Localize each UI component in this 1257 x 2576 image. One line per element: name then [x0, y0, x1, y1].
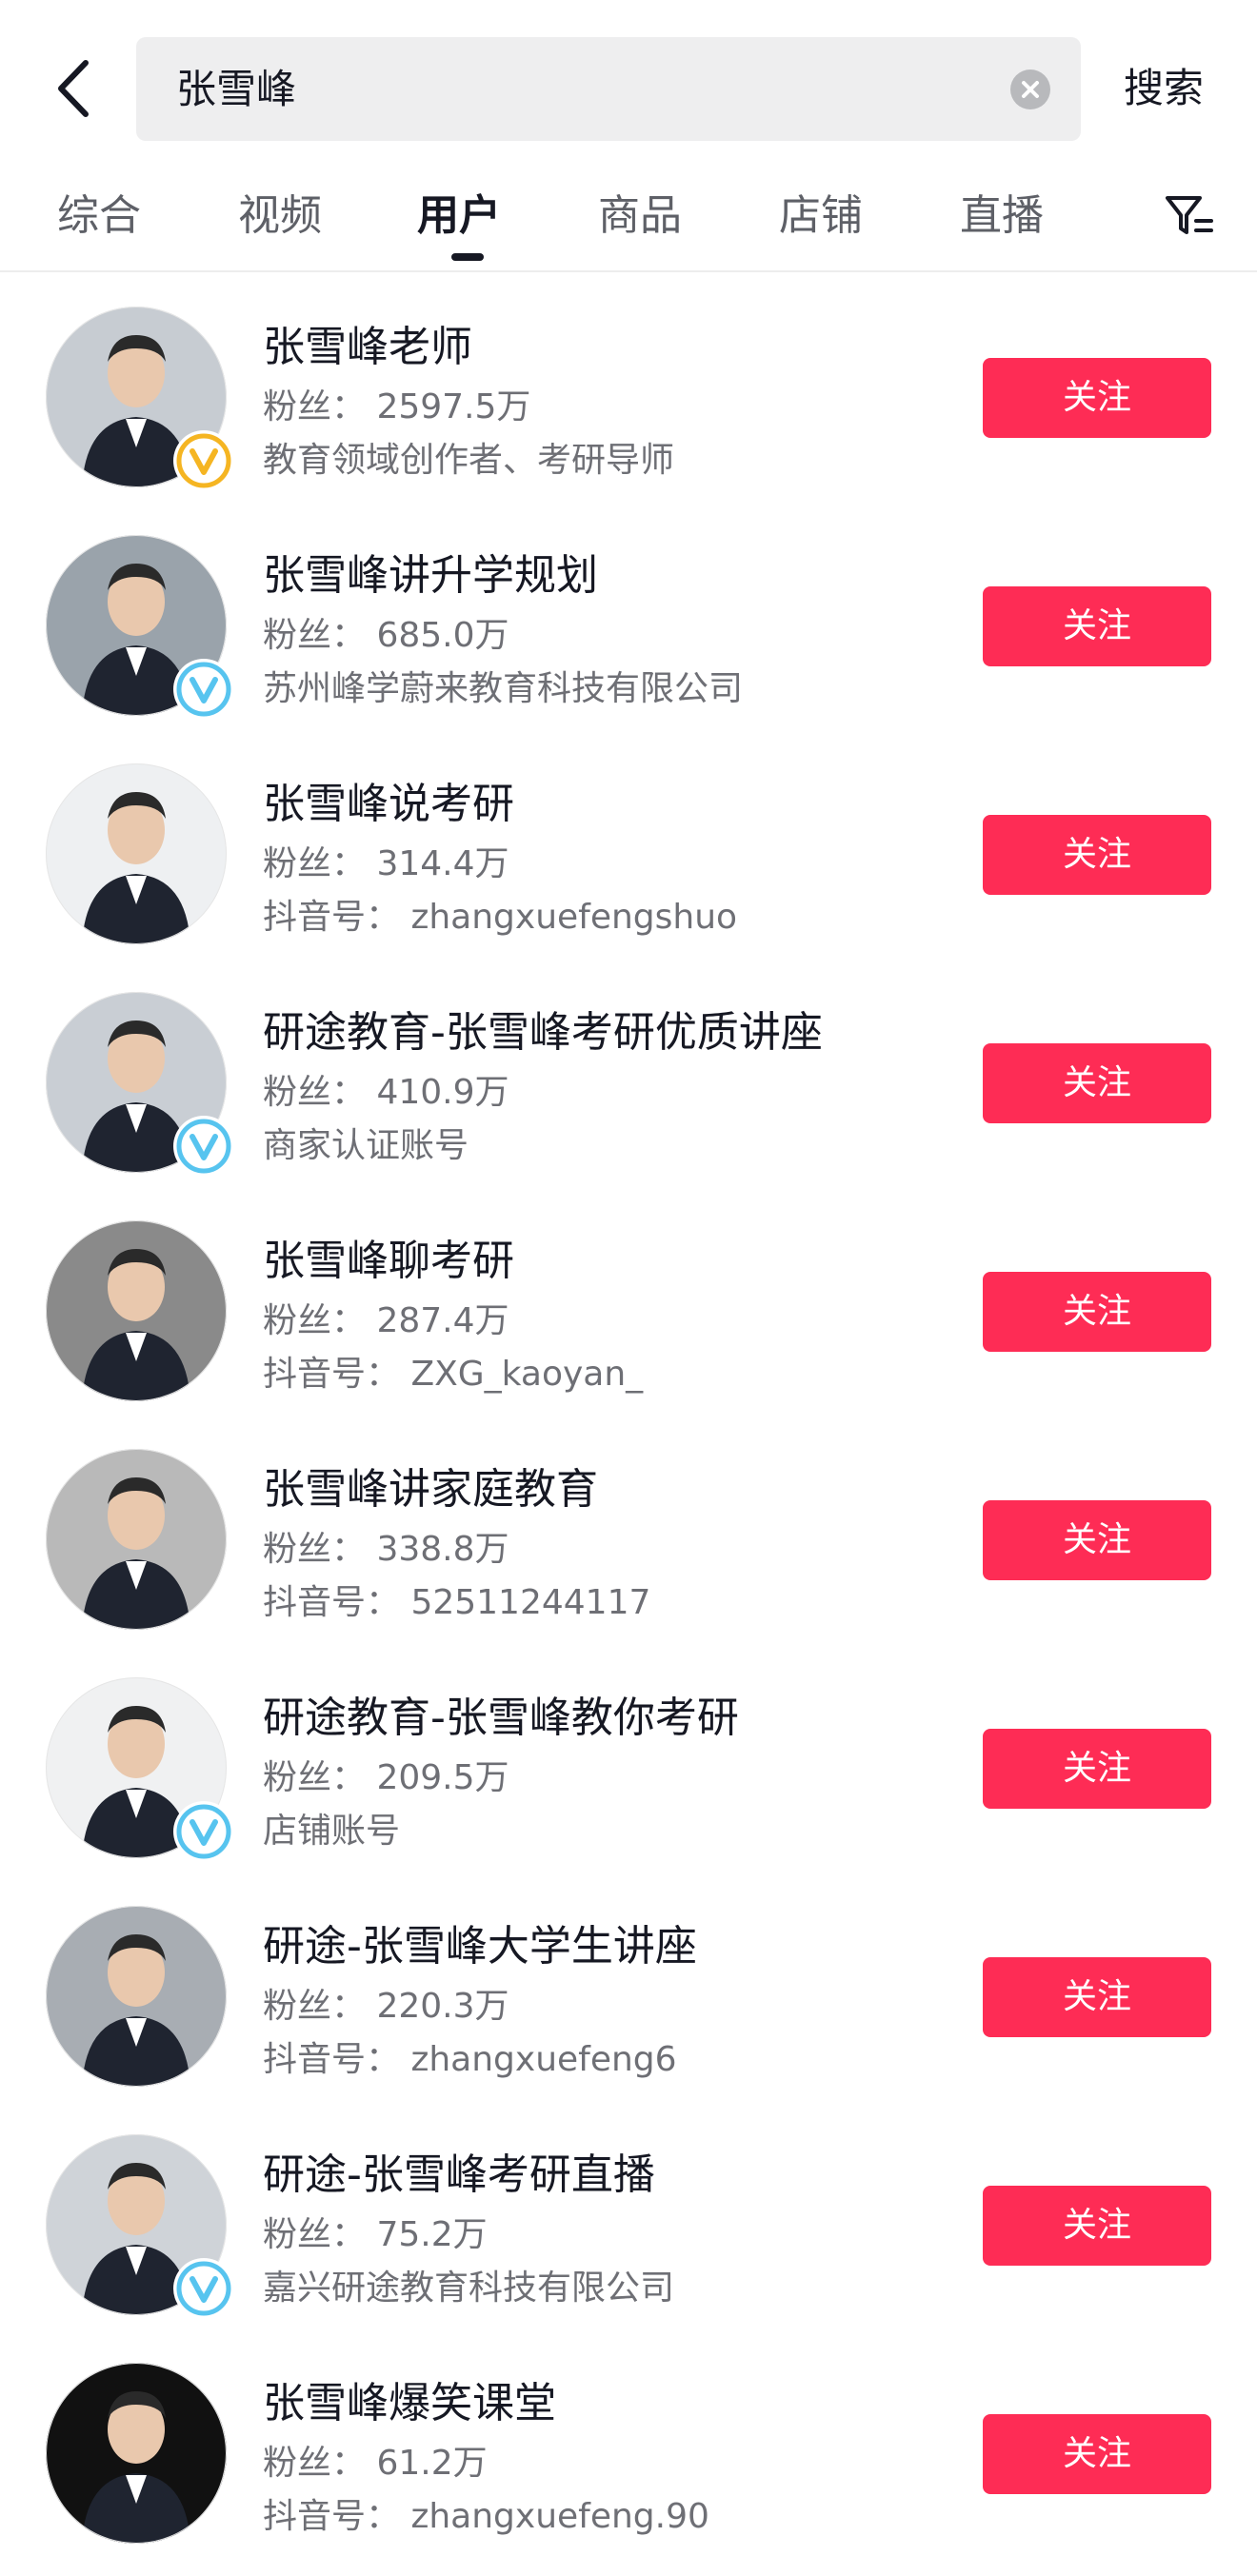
- avatar[interactable]: [46, 763, 227, 944]
- user-name[interactable]: 研途教育-张雪峰教你考研: [263, 1683, 739, 1744]
- avatar[interactable]: [46, 2363, 227, 2544]
- user-description: 嘉兴研途教育科技有限公司: [263, 2269, 675, 2308]
- blue-verified-icon: [173, 659, 234, 720]
- follow-button[interactable]: 关注: [983, 815, 1211, 895]
- follow-button[interactable]: 关注: [983, 1957, 1211, 2037]
- user-description: 教育领域创作者、考研导师: [263, 441, 675, 480]
- user-result-row[interactable]: 张雪峰爆笑课堂 粉丝： 61.2万 抖音号： zhangxuefeng.90 关…: [0, 2332, 1257, 2561]
- search-query-text: 张雪峰: [176, 66, 297, 112]
- search-header: 张雪峰 搜索: [0, 0, 1257, 162]
- blue-verified-icon: [173, 2258, 234, 2319]
- follower-count: 粉丝： 287.4万: [263, 1301, 509, 1340]
- avatar[interactable]: [46, 1220, 227, 1401]
- follower-count: 粉丝： 685.0万: [263, 616, 509, 655]
- follow-button[interactable]: 关注: [983, 2414, 1211, 2494]
- user-name[interactable]: 研途教育-张雪峰考研优质讲座: [263, 998, 823, 1059]
- user-description: 抖音号： ZXG_kaoyan_: [263, 1355, 644, 1394]
- user-name[interactable]: 研途-张雪峰大学生讲座: [263, 1912, 697, 1972]
- follow-button[interactable]: 关注: [983, 1729, 1211, 1809]
- avatar[interactable]: [46, 1449, 227, 1630]
- follower-count: 粉丝： 2597.5万: [263, 387, 531, 426]
- user-description: 抖音号： zhangxuefeng.90: [263, 2497, 709, 2536]
- user-result-row[interactable]: 张雪峰说考研 粉丝： 314.4万 抖音号： zhangxuefengshuo …: [0, 733, 1257, 961]
- user-name[interactable]: 研途-张雪峰考研直播: [263, 2140, 655, 2201]
- user-result-row[interactable]: 研途教育-张雪峰教你考研 粉丝： 209.5万 店铺账号 关注: [0, 1647, 1257, 1875]
- user-description: 抖音号： zhangxuefeng6: [263, 2040, 677, 2079]
- follower-count: 粉丝： 209.5万: [263, 1758, 509, 1797]
- user-name[interactable]: 张雪峰讲家庭教育: [263, 1455, 598, 1516]
- follow-button[interactable]: 关注: [983, 1500, 1211, 1580]
- user-result-row[interactable]: 研途-张雪峰大学生讲座 粉丝： 220.3万 抖音号： zhangxuefeng…: [0, 1875, 1257, 2104]
- user-name[interactable]: 张雪峰讲升学规划: [263, 541, 598, 602]
- follow-button[interactable]: 关注: [983, 1272, 1211, 1352]
- user-result-row[interactable]: 研途教育-张雪峰考研优质讲座 粉丝： 410.9万 商家认证账号 关注: [0, 961, 1257, 1190]
- follow-button[interactable]: 关注: [983, 358, 1211, 438]
- follow-button[interactable]: 关注: [983, 2186, 1211, 2266]
- follower-count: 粉丝： 75.2万: [263, 2215, 488, 2254]
- blue-verified-icon: [173, 1801, 234, 1862]
- user-result-row[interactable]: 张雪峰老师 粉丝： 2597.5万 教育领域创作者、考研导师 关注: [0, 276, 1257, 505]
- user-result-row[interactable]: 张雪峰讲家庭教育 粉丝： 338.8万 抖音号： 52511244117 关注: [0, 1418, 1257, 1647]
- follower-count: 粉丝： 314.4万: [263, 844, 509, 883]
- clear-icon[interactable]: [1010, 69, 1050, 109]
- search-button[interactable]: 搜索: [1124, 0, 1204, 177]
- follower-count: 粉丝： 61.2万: [263, 2444, 488, 2483]
- blue-verified-icon: [173, 1116, 234, 1177]
- tab-comprehensive[interactable]: 综合: [57, 162, 141, 270]
- follower-count: 粉丝： 410.9万: [263, 1073, 509, 1112]
- user-description: 商家认证账号: [263, 1126, 469, 1165]
- gold-verified-icon: [173, 430, 234, 491]
- search-input[interactable]: 张雪峰: [136, 37, 1081, 141]
- user-result-row[interactable]: 张雪峰讲升学规划 粉丝： 685.0万 苏州峰学蔚来教育科技有限公司 关注: [0, 505, 1257, 733]
- user-result-row[interactable]: 张雪峰聊考研 粉丝： 287.4万 抖音号： ZXG_kaoyan_ 关注: [0, 1190, 1257, 1418]
- tab-products[interactable]: 商品: [598, 162, 682, 270]
- user-result-row[interactable]: 研途-张雪峰考研直播 粉丝： 75.2万 嘉兴研途教育科技有限公司 关注: [0, 2104, 1257, 2332]
- user-description: 店铺账号: [263, 1812, 401, 1851]
- user-description: 抖音号： 52511244117: [263, 1583, 651, 1622]
- user-description: 苏州峰学蔚来教育科技有限公司: [263, 669, 744, 708]
- follow-button[interactable]: 关注: [983, 586, 1211, 666]
- back-arrow-icon[interactable]: [46, 55, 112, 122]
- tab-live[interactable]: 直播: [960, 162, 1044, 270]
- user-name[interactable]: 张雪峰聊考研: [263, 1226, 514, 1287]
- filter-icon[interactable]: [1162, 188, 1215, 242]
- follower-count: 粉丝： 338.8万: [263, 1530, 509, 1569]
- user-name[interactable]: 张雪峰说考研: [263, 769, 514, 830]
- follow-button[interactable]: 关注: [983, 1043, 1211, 1123]
- user-name[interactable]: 张雪峰爆笑课堂: [263, 2368, 556, 2429]
- search-tabs: 综合 视频 用户 商品 店铺 直播: [0, 162, 1257, 272]
- follower-count: 粉丝： 220.3万: [263, 1987, 509, 2026]
- user-name[interactable]: 张雪峰老师: [263, 312, 472, 373]
- active-tab-indicator: [451, 253, 484, 261]
- tab-videos[interactable]: 视频: [238, 162, 322, 270]
- avatar[interactable]: [46, 1906, 227, 2087]
- tab-shops[interactable]: 店铺: [779, 162, 863, 270]
- user-description: 抖音号： zhangxuefengshuo: [263, 898, 738, 937]
